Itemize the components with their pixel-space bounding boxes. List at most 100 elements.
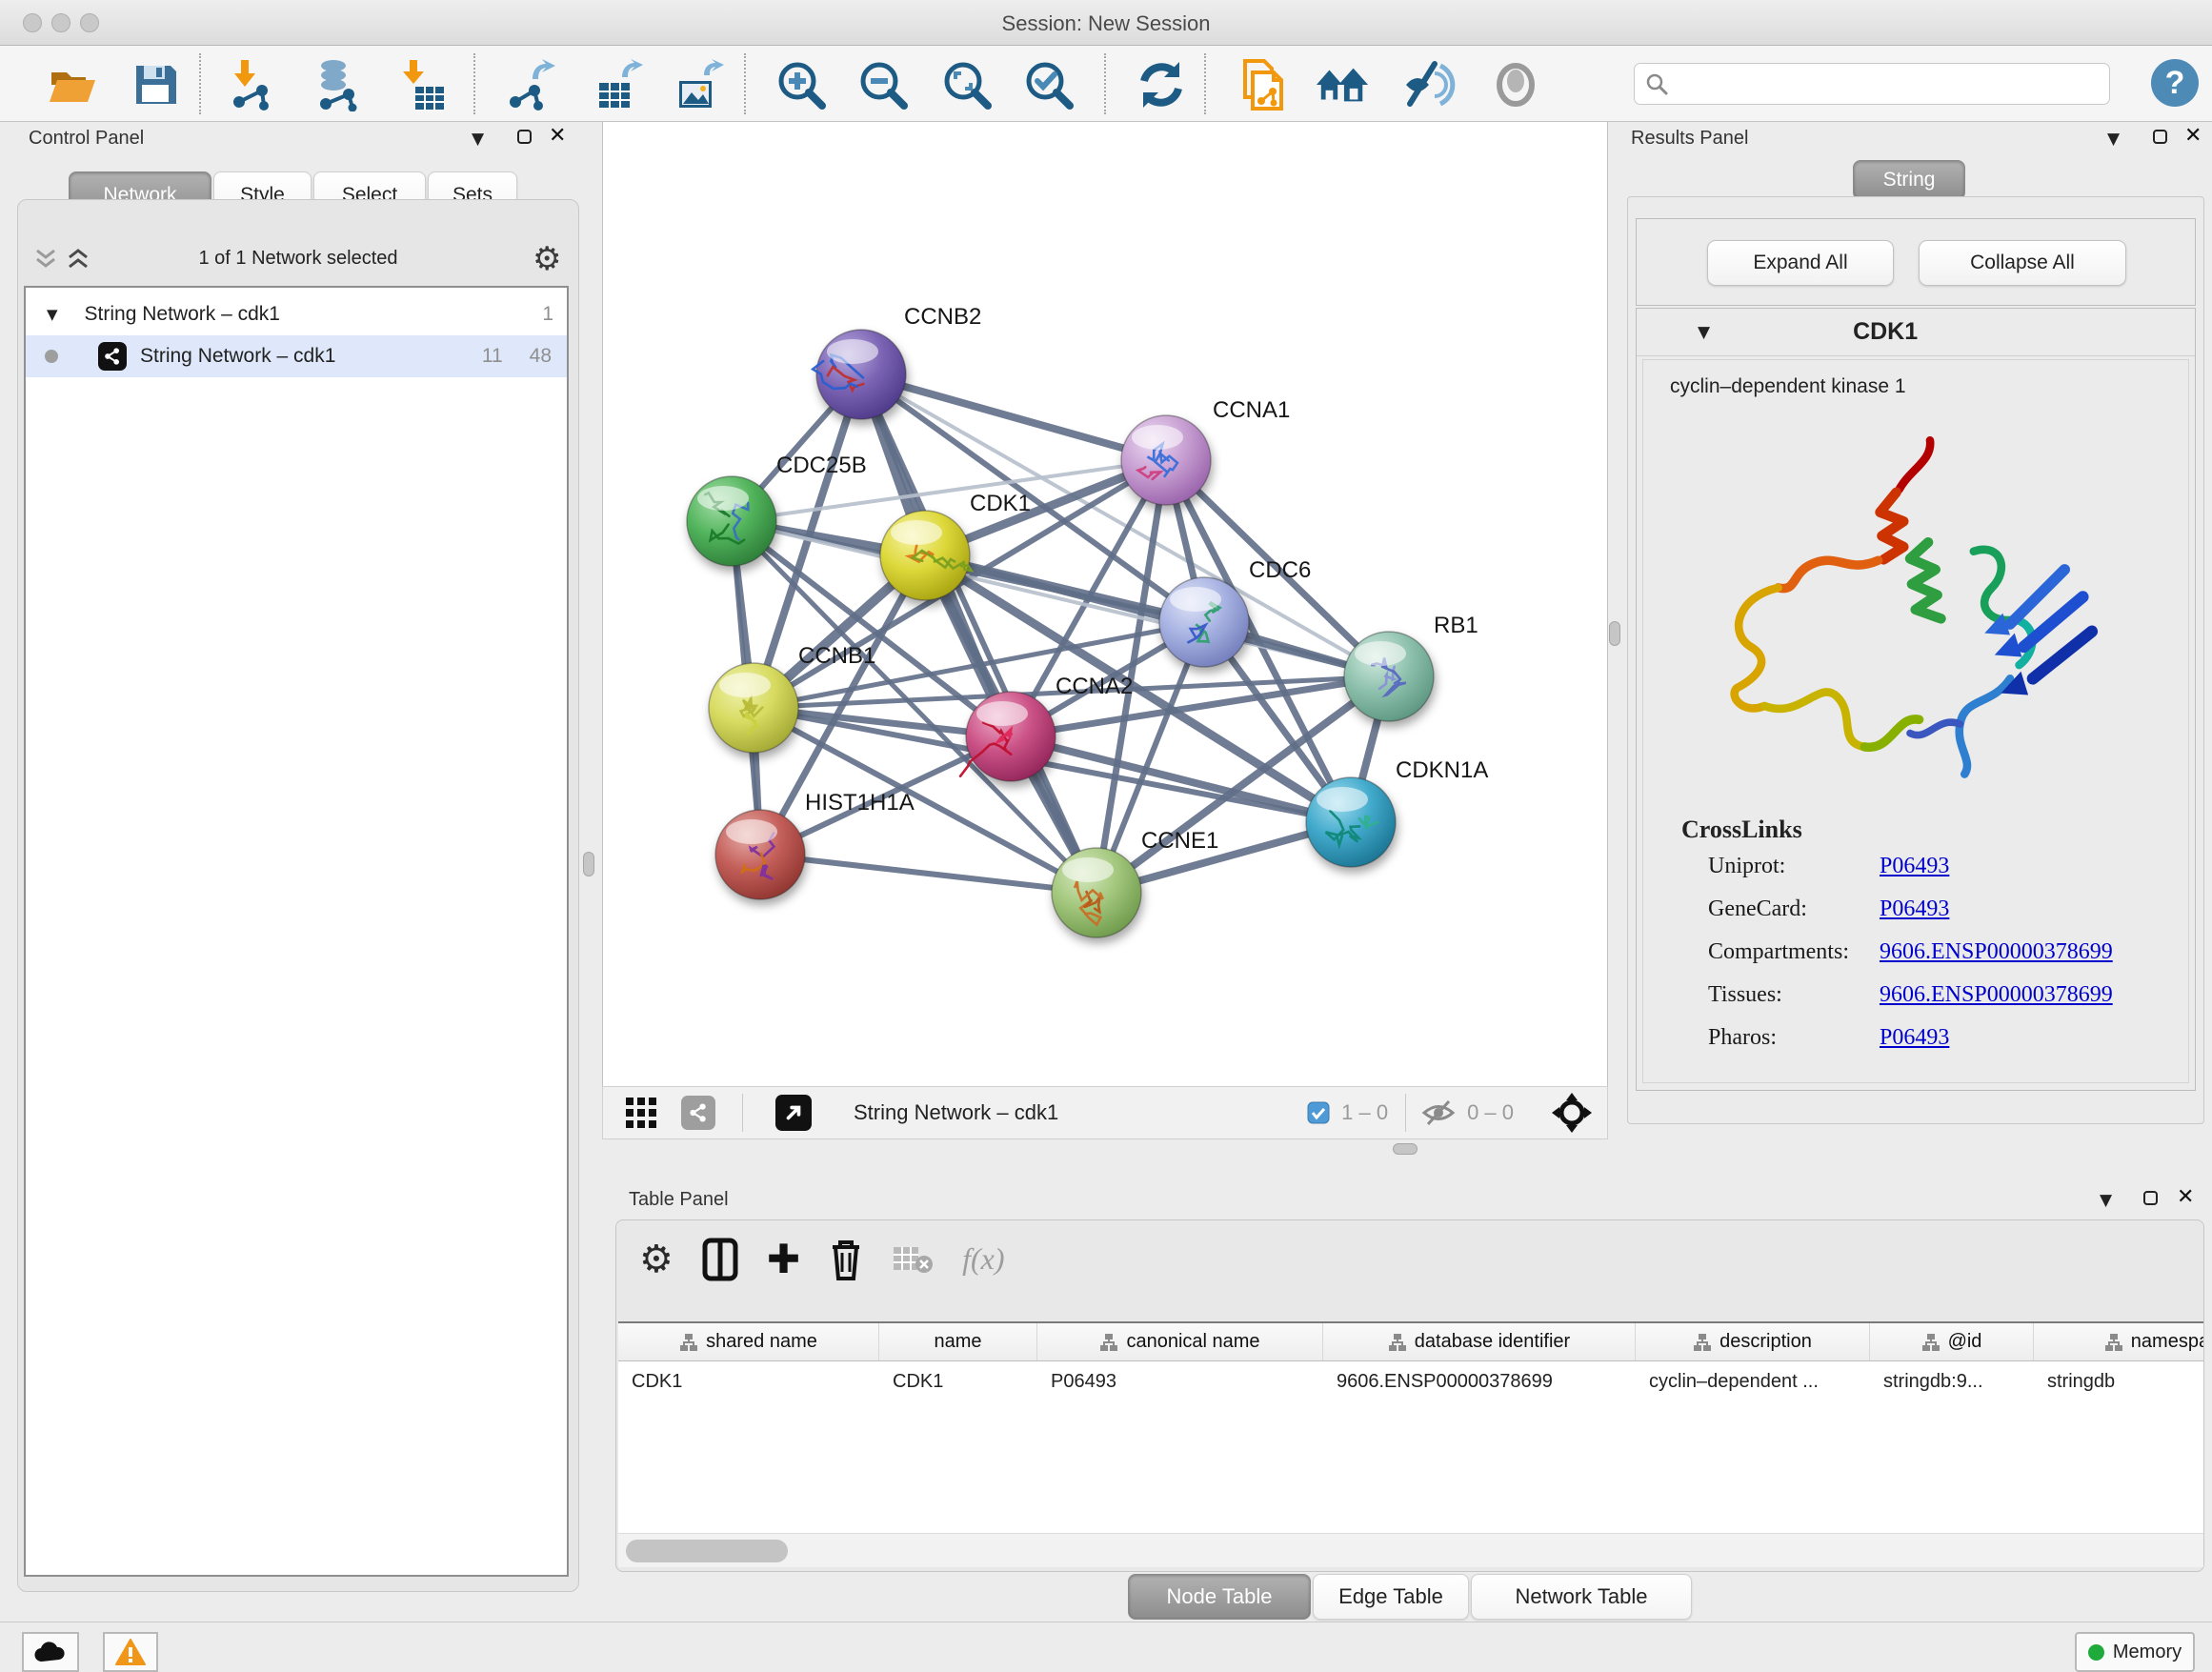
node-table: shared name name canonical name database… xyxy=(618,1321,2203,1533)
show-hide-graphics-icon[interactable] xyxy=(1402,57,1458,112)
collection-count: 1 xyxy=(542,303,553,326)
search-box[interactable] xyxy=(1634,63,2110,105)
table-horizontal-scrollbar[interactable] xyxy=(618,1533,2203,1567)
gene-card-header[interactable]: ▼ CDK1 xyxy=(1637,309,2195,356)
network-edge-count: 48 xyxy=(530,345,552,368)
tissues-link[interactable]: 9606.ENSP00000378699 xyxy=(1880,982,2188,1008)
protein-structure-image xyxy=(1691,406,2129,806)
home-icon[interactable] xyxy=(1315,57,1370,112)
network-node-CDK1[interactable]: CDK1 xyxy=(880,491,1031,600)
save-session-icon[interactable] xyxy=(128,57,183,112)
network-node-CCNB1[interactable]: CCNB1 xyxy=(709,643,875,753)
network-options-gear-icon[interactable]: ⚙ xyxy=(533,240,561,278)
node-table-header: shared name name canonical name database… xyxy=(618,1323,2203,1361)
import-table-icon[interactable] xyxy=(394,57,450,112)
export-table-icon[interactable] xyxy=(591,57,646,112)
add-column-icon[interactable]: ✚ xyxy=(767,1236,800,1282)
help-button[interactable]: ? xyxy=(2151,59,2199,107)
column-database-identifier[interactable]: database identifier xyxy=(1323,1323,1636,1360)
table-panel-close-button[interactable]: ✕ xyxy=(2177,1185,2194,1209)
network-node-HIST1H1A[interactable]: HIST1H1A xyxy=(715,790,915,899)
search-input[interactable] xyxy=(1669,73,2100,95)
eye-icon[interactable] xyxy=(1488,57,1543,112)
scrollbar-thumb[interactable] xyxy=(626,1540,788,1562)
memory-label: Memory xyxy=(2113,1642,2182,1663)
zoom-fit-icon[interactable] xyxy=(939,57,995,112)
column-shared-name[interactable]: shared name xyxy=(618,1323,879,1360)
export-network-icon[interactable] xyxy=(503,57,558,112)
collection-label: String Network – cdk1 xyxy=(85,303,280,326)
table-options-gear-icon[interactable]: ⚙ xyxy=(639,1238,674,1281)
clone-network-icon[interactable] xyxy=(1237,57,1292,112)
selected-checkbox-icon[interactable] xyxy=(1307,1101,1330,1124)
delete-table-icon-disabled xyxy=(892,1243,934,1276)
tab-node-table[interactable]: Node Table xyxy=(1128,1574,1311,1620)
birds-eye-grid-icon[interactable] xyxy=(624,1096,658,1130)
zoom-selected-icon[interactable] xyxy=(1021,57,1076,112)
network-type-icon[interactable] xyxy=(681,1096,715,1130)
tab-network-table[interactable]: Network Table xyxy=(1471,1574,1692,1620)
network-edge-HIST1H1A-CCNE1[interactable] xyxy=(760,855,1096,893)
hidden-eye-icon[interactable] xyxy=(1421,1098,1456,1127)
gene-collapse-icon[interactable]: ▼ xyxy=(1698,323,1710,342)
refresh-icon[interactable] xyxy=(1134,57,1189,112)
collapse-all-button[interactable]: Collapse All xyxy=(1919,240,2126,286)
tab-edge-table[interactable]: Edge Table xyxy=(1313,1574,1469,1620)
import-network-icon[interactable] xyxy=(225,57,280,112)
table-row[interactable]: CDK1 CDK1 P06493 9606.ENSP00000378699 cy… xyxy=(618,1361,2203,1401)
fit-content-crosshair-icon[interactable] xyxy=(1552,1093,1592,1133)
memory-button[interactable]: Memory xyxy=(2075,1632,2195,1672)
network-list: ▼ String Network – cdk1 1 String Network… xyxy=(24,286,569,1577)
control-panel-collapse-icon[interactable]: ▼ xyxy=(472,130,484,149)
import-network-from-database-icon[interactable] xyxy=(311,57,366,112)
gene-result-card: ▼ CDK1 cyclin–dependent kinase 1 xyxy=(1636,308,2196,1091)
delete-column-icon[interactable] xyxy=(829,1238,863,1281)
network-node-CDC25B[interactable]: CDC25B xyxy=(687,453,867,566)
pharos-link[interactable]: P06493 xyxy=(1880,1025,2188,1051)
network-edge-CCNB2-CCNA1[interactable] xyxy=(861,374,1166,460)
horizontal-splitter-handle[interactable] xyxy=(1393,1143,1418,1155)
table-panel-float-button[interactable] xyxy=(2143,1191,2158,1205)
network-collection-row[interactable]: ▼ String Network – cdk1 1 xyxy=(26,293,567,335)
expand-all-button[interactable]: Expand All xyxy=(1707,240,1894,286)
control-panel-float-button[interactable] xyxy=(517,130,532,144)
search-icon xyxy=(1644,71,1669,96)
table-panel-box: ⚙ ✚ f(x) shared name name canonical name… xyxy=(615,1219,2204,1572)
node-label-CDK1: CDK1 xyxy=(970,491,1031,516)
export-image-icon[interactable] xyxy=(671,57,726,112)
right-splitter-handle[interactable] xyxy=(1609,621,1620,646)
cloud-button[interactable] xyxy=(22,1632,79,1672)
tab-string[interactable]: String xyxy=(1853,160,1965,200)
zoom-in-icon[interactable] xyxy=(774,57,829,112)
network-view-toolbar: String Network – cdk1 1 – 0 0 – 0 xyxy=(602,1086,1608,1139)
network-node-CCNA1[interactable]: CCNA1 xyxy=(1121,397,1290,505)
zoom-out-icon[interactable] xyxy=(855,57,911,112)
network-node-RB1[interactable]: RB1 xyxy=(1344,613,1478,721)
compartments-link[interactable]: 9606.ENSP00000378699 xyxy=(1880,939,2188,965)
network-view-title: String Network – cdk1 xyxy=(854,1100,1058,1125)
uniprot-link[interactable]: P06493 xyxy=(1880,854,2188,879)
network-selection-status: 1 of 1 Network selected xyxy=(18,248,578,270)
control-panel-close-button[interactable]: ✕ xyxy=(549,124,566,148)
table-panel-collapse-icon[interactable]: ▼ xyxy=(2100,1191,2112,1210)
collection-expand-icon[interactable]: ▼ xyxy=(47,306,58,323)
column-canonical-name[interactable]: canonical name xyxy=(1037,1323,1323,1360)
show-columns-icon[interactable] xyxy=(702,1238,738,1281)
results-panel-float-button[interactable] xyxy=(2153,130,2167,144)
warning-button[interactable] xyxy=(103,1632,158,1672)
network-node-CDKN1A[interactable]: CDKN1A xyxy=(1306,757,1488,867)
open-session-icon[interactable] xyxy=(44,57,99,112)
genecard-link[interactable]: P06493 xyxy=(1880,896,2188,922)
column-name[interactable]: name xyxy=(879,1323,1037,1360)
left-splitter-handle[interactable] xyxy=(583,852,594,876)
column-description[interactable]: description xyxy=(1636,1323,1870,1360)
string-results-content: Expand All Collapse All ▼ CDK1 cyclin–de… xyxy=(1627,196,2204,1124)
network-canvas[interactable]: CCNB2CCNA1CDC25BCDK1CDC6RB1CCNB1CCNA2CDK… xyxy=(602,122,1608,1086)
open-in-window-icon[interactable] xyxy=(775,1095,812,1131)
column-id[interactable]: @id xyxy=(1870,1323,2034,1360)
column-namespace[interactable]: namespace xyxy=(2034,1323,2203,1360)
results-panel-close-button[interactable]: ✕ xyxy=(2184,124,2202,148)
network-row-selected[interactable]: String Network – cdk1 11 48 xyxy=(26,335,567,377)
results-panel-collapse-icon[interactable]: ▼ xyxy=(2107,130,2120,149)
node-label-HIST1H1A: HIST1H1A xyxy=(805,790,915,816)
